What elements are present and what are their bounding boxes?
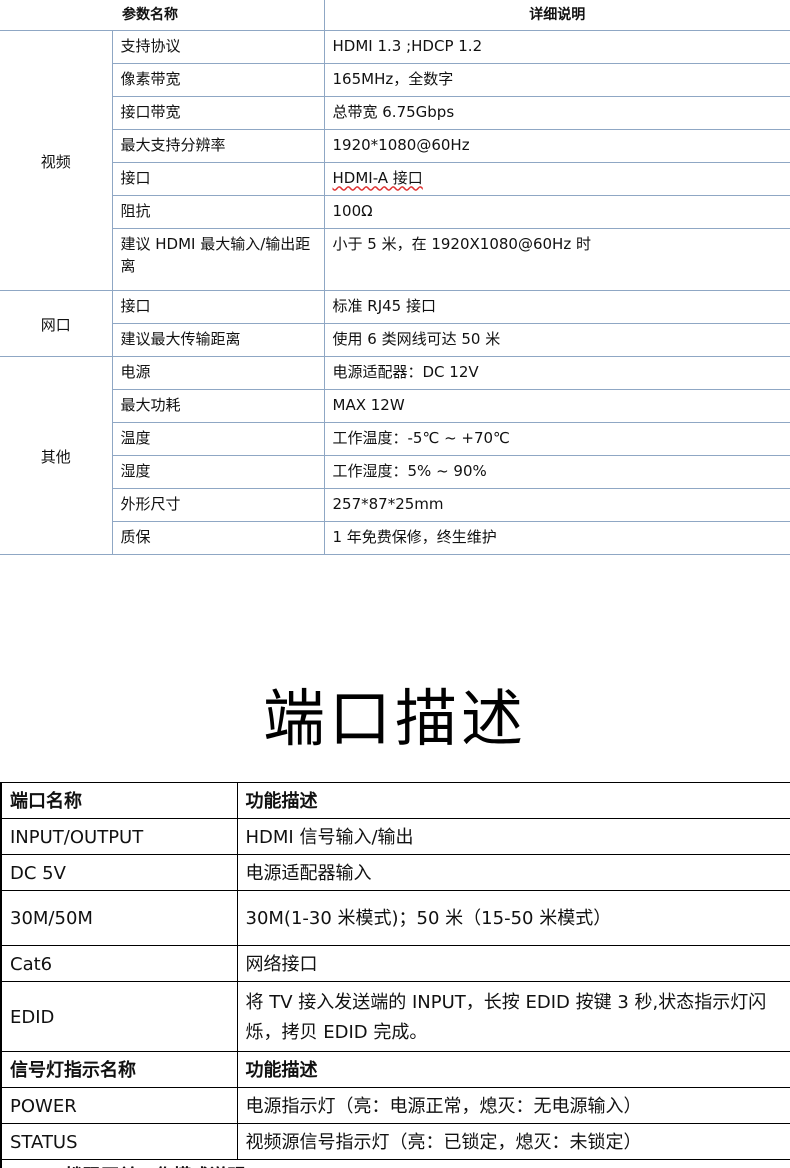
indicator-header-row: 信号灯指示名称 功能描述: [0, 1051, 790, 1088]
spec-param: 电源: [111, 355, 325, 390]
spec-row: 阻抗 100Ω: [0, 194, 790, 229]
spec-detail: MAX 12W: [323, 388, 790, 423]
spec-detail: 1 年免费保修，终生维护: [323, 520, 790, 555]
port-name: EDID: [0, 981, 238, 1052]
edid-mode-heading: EDID 拨码开关工作模式说明: [0, 1159, 790, 1168]
spec-row: 像素带宽 165MHz，全数字: [0, 62, 790, 97]
spec-row: 外形尺寸 257*87*25mm: [0, 487, 790, 522]
spec-row: 质保 1 年免费保修，终生维护: [0, 520, 790, 555]
indicator-name: POWER: [0, 1087, 238, 1124]
spec-param: 接口带宽: [112, 95, 325, 130]
spec-header-detail: 详细说明: [323, 0, 790, 31]
spec-detail: 1920*1080@60Hz: [323, 128, 790, 163]
spec-detail: 标准 RJ45 接口: [323, 289, 790, 324]
spec-row: 温度 工作温度：-5℃ ~ +70℃: [0, 421, 790, 456]
port-row: EDID 将 TV 接入发送端的 INPUT，长按 EDID 按键 3 秒,状态…: [0, 981, 790, 1052]
spec-header-row: 参数名称 详细说明: [0, 0, 790, 31]
indicator-name: STATUS: [0, 1123, 238, 1160]
port-name: 30M/50M: [0, 890, 238, 946]
spec-row: 接口带宽 总带宽 6.75Gbps: [0, 95, 790, 130]
port-row: 30M/50M 30M(1-30 米模式)；50 米（15-50 米模式）: [0, 890, 790, 946]
port-row: INPUT/OUTPUT HDMI 信号输入/输出: [0, 818, 790, 855]
spec-param: 建议最大传输距离: [112, 322, 325, 357]
spec-detail: HDMI 1.3 ;HDCP 1.2: [323, 29, 790, 64]
spec-detail: 工作温度：-5℃ ~ +70℃: [323, 421, 790, 456]
section-title: 端口描述: [262, 682, 527, 755]
port-row: DC 5V 电源适配器输入: [0, 854, 790, 891]
port-name: INPUT/OUTPUT: [0, 818, 238, 855]
spec-row: 最大支持分辨率 1920*1080@60Hz: [0, 128, 790, 163]
port-desc: 网络接口: [236, 945, 790, 982]
spec-param: 支持协议: [111, 29, 325, 64]
spec-detail: 小于 5 米，在 1920X1080@60Hz 时: [323, 227, 790, 291]
spec-param: 接口: [112, 161, 325, 196]
spec-param: 外形尺寸: [112, 487, 325, 522]
spec-category-video: 视频: [0, 29, 113, 291]
spec-row: 视频 支持协议 HDMI 1.3 ;HDCP 1.2: [0, 29, 790, 291]
indicator-header-desc: 功能描述: [236, 1051, 790, 1088]
indicator-header-name: 信号灯指示名称: [0, 1051, 238, 1088]
spec-row: 接口 HDMI-A 接口: [0, 161, 790, 196]
port-table: 端口名称 功能描述 INPUT/OUTPUT HDMI 信号输入/输出 DC 5…: [0, 782, 790, 1168]
indicator-row: POWER 电源指示灯（亮：电源正常，熄灭：无电源输入）: [0, 1087, 790, 1124]
spec-detail: 257*87*25mm: [323, 487, 790, 522]
spec-detail: 电源适配器：DC 12V: [323, 355, 790, 390]
spec-param: 湿度: [112, 454, 325, 489]
spec-row: 湿度 工作湿度：5% ~ 90%: [0, 454, 790, 489]
port-desc: 将 TV 接入发送端的 INPUT，长按 EDID 按键 3 秒,状态指示灯闪烁…: [236, 981, 790, 1052]
spec-row: 其他 电源 电源适配器：DC 12V: [0, 355, 790, 555]
spec-param: 质保: [112, 520, 325, 555]
spec-param: 最大支持分辨率: [112, 128, 325, 163]
spec-row: 建议最大传输距离 使用 6 类网线可达 50 米: [0, 322, 790, 357]
spec-row: 最大功耗 MAX 12W: [0, 388, 790, 423]
spec-category-other: 其他: [0, 355, 113, 555]
indicator-desc: 电源指示灯（亮：电源正常，熄灭：无电源输入）: [236, 1087, 790, 1124]
spec-row: 网口 接口 标准 RJ45 接口: [0, 289, 790, 357]
spec-detail-text: HDMI-A 接口: [332, 168, 423, 187]
spec-header-param: 参数名称: [0, 0, 325, 31]
port-header-row: 端口名称 功能描述: [0, 782, 790, 819]
indicator-row: STATUS 视频源信号指示灯（亮：已锁定，熄灭：未锁定）: [0, 1123, 790, 1160]
port-row: Cat6 网络接口: [0, 945, 790, 982]
spec-table: 参数名称 详细说明 视频 支持协议 HDMI 1.3 ;HDCP 1.2 像素带…: [0, 0, 790, 555]
spec-param: 接口: [111, 289, 325, 324]
port-name: DC 5V: [0, 854, 238, 891]
port-desc: 电源适配器输入: [236, 854, 790, 891]
port-desc: HDMI 信号输入/输出: [236, 818, 790, 855]
spec-param: 温度: [112, 421, 325, 456]
spec-detail: 100Ω: [323, 194, 790, 229]
spec-detail: HDMI-A 接口: [323, 161, 790, 196]
spec-category-network: 网口: [0, 289, 113, 357]
spec-param: 建议 HDMI 最大输入/输出距离: [112, 227, 325, 291]
spec-detail: 总带宽 6.75Gbps: [323, 95, 790, 130]
spec-detail: 使用 6 类网线可达 50 米: [323, 322, 790, 357]
port-desc: 30M(1-30 米模式)；50 米（15-50 米模式）: [236, 890, 790, 946]
port-name: Cat6: [0, 945, 238, 982]
spec-param: 像素带宽: [112, 62, 325, 97]
spec-param: 阻抗: [112, 194, 325, 229]
port-header-name: 端口名称: [0, 782, 238, 819]
spec-param: 最大功耗: [112, 388, 325, 423]
edid-mode-row: EDID 拨码开关工作模式说明: [0, 1159, 790, 1168]
spec-detail: 工作湿度：5% ~ 90%: [323, 454, 790, 489]
indicator-desc: 视频源信号指示灯（亮：已锁定，熄灭：未锁定）: [236, 1123, 790, 1160]
spec-detail: 165MHz，全数字: [323, 62, 790, 97]
port-header-desc: 功能描述: [236, 782, 790, 819]
spec-row: 建议 HDMI 最大输入/输出距离 小于 5 米，在 1920X1080@60H…: [0, 227, 790, 291]
